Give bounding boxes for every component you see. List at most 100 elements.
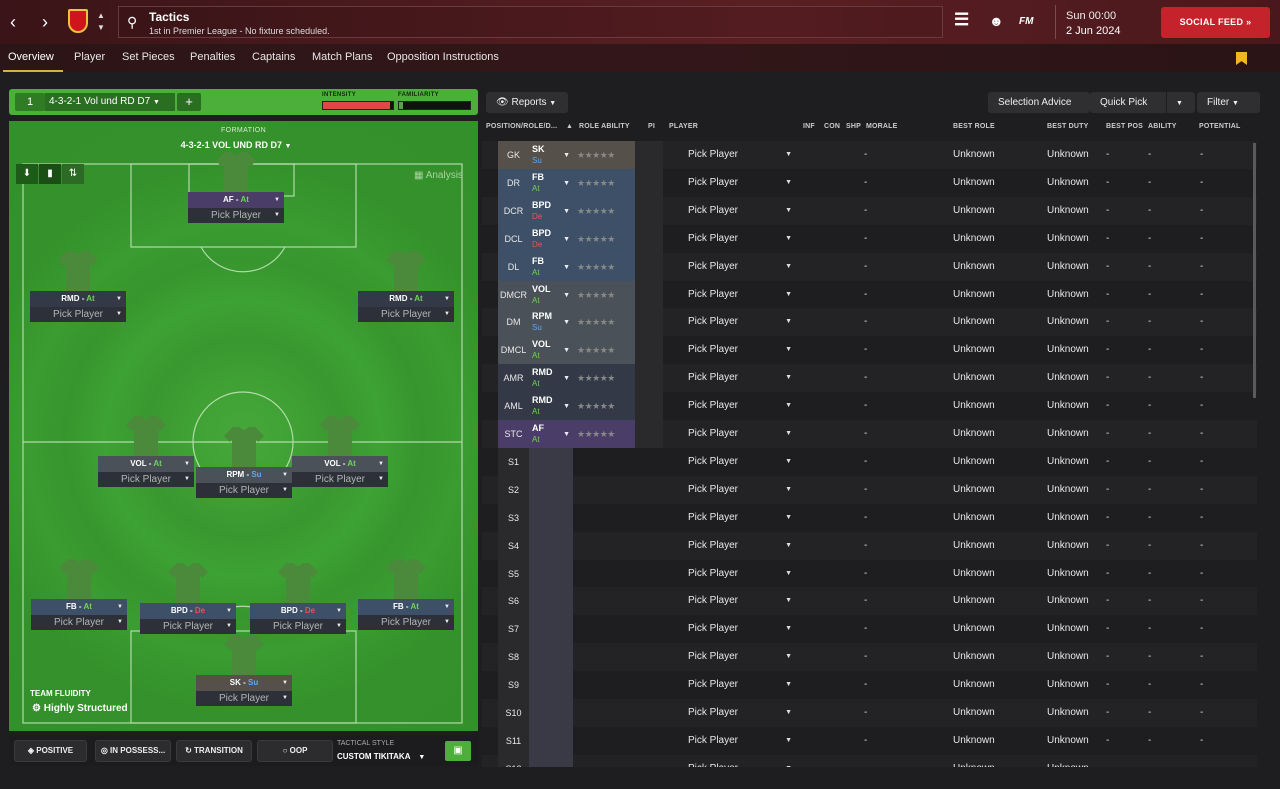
role-selector[interactable]: FB - At ▼ [358,599,454,615]
pi-cell[interactable] [635,168,663,197]
filter-button[interactable]: Filter ▼ [1197,92,1260,113]
apply-style-icon[interactable]: ▣ [445,741,471,761]
fm-logo[interactable]: FM [1019,16,1033,27]
pick-player-dropdown[interactable]: Pick Player ▼ [688,448,792,476]
pick-player-dropdown[interactable]: Pick Player ▼ [688,476,792,504]
pick-player-selector[interactable]: Pick Player ▼ [188,208,284,223]
col-player[interactable]: PLAYER [669,123,698,130]
tab-overview[interactable]: Overview [8,51,54,63]
role-selector[interactable]: BPD - De ▼ [250,603,346,619]
role-cell[interactable]: BPD De ▼ [529,196,573,225]
table-row[interactable]: S3 Pick Player ▼ - Unknown Unknown - - - [482,503,1257,532]
chevron-down-icon[interactable]: ▼ [96,23,106,33]
role-selector[interactable]: VOL - At ▼ [292,456,388,472]
role-selector[interactable]: RMD - At ▼ [358,291,454,307]
pi-cell[interactable] [635,196,663,225]
role-cell[interactable]: VOL At ▼ [529,336,573,365]
pick-player-dropdown[interactable]: Pick Player ▼ [688,141,792,169]
table-row[interactable]: S12 Pick Player ▼ - Unknown Unknown - - - [482,754,1257,767]
table-row[interactable]: S2 Pick Player ▼ - Unknown Unknown - - - [482,475,1257,504]
pick-player-dropdown[interactable]: Pick Player ▼ [688,615,792,643]
analysis-button[interactable]: ▦ Analysis [414,170,463,181]
table-row[interactable]: S1 Pick Player ▼ - Unknown Unknown - - - [482,447,1257,476]
out-of-possession-button[interactable]: ○ OOP [257,740,333,762]
pick-player-dropdown[interactable]: Pick Player ▼ [688,727,792,755]
selection-advice-button[interactable]: Selection Advice [988,92,1090,113]
pick-player-dropdown[interactable]: Pick Player ▼ [688,225,792,253]
col-con[interactable]: CON [824,123,840,130]
role-selector[interactable]: BPD - De ▼ [140,603,236,619]
table-row[interactable]: S6 Pick Player ▼ - Unknown Unknown - - - [482,587,1257,616]
table-row[interactable]: GK SK Su ▼ ★★★★★ Pick Player ▼ - Unknown Unknown -… [482,141,1257,169]
role-selector[interactable]: SK - Su ▼ [196,675,292,691]
col-best-role[interactable]: BEST ROLE [953,123,995,130]
pick-player-dropdown[interactable]: Pick Player ▼ [688,197,792,225]
forward-arrow-icon[interactable]: › [36,12,54,32]
pick-player-selector[interactable]: Pick Player ▼ [358,307,454,322]
table-row[interactable]: DMCL VOL At ▼ ★★★★★ Pick Player ▼ - Unknown Unkno… [482,336,1257,365]
col-best-duty[interactable]: BEST DUTY [1047,123,1088,130]
role-selector[interactable]: RPM - Su ▼ [196,467,292,483]
add-tactic-button[interactable]: + [177,93,201,111]
pick-player-dropdown[interactable]: Pick Player ▼ [688,253,792,281]
pi-cell[interactable] [635,392,663,421]
pick-player-dropdown[interactable]: Pick Player ▼ [688,281,792,309]
chevron-up-icon[interactable]: ▲ [96,11,106,21]
table-row[interactable]: AMR RMD At ▼ ★★★★★ Pick Player ▼ - Unknown Unknow… [482,364,1257,393]
role-cell[interactable]: RMD At ▼ [529,392,573,421]
col-ability[interactable]: ABILITY [1148,123,1177,130]
pick-player-dropdown[interactable]: Pick Player ▼ [688,755,792,767]
formation-selector[interactable]: 4-3-2-1 VOL UND RD D7 ▼ [9,140,463,150]
in-possession-button[interactable]: ◎ IN POSSESS... [95,740,171,762]
pi-cell[interactable] [635,252,663,281]
pick-player-dropdown[interactable]: Pick Player ▼ [688,671,792,699]
quick-pick-dropdown[interactable]: ▼ [1167,92,1195,113]
table-row[interactable]: S7 Pick Player ▼ - Unknown Unknown - - - [482,615,1257,644]
col-inf[interactable]: INF [803,123,815,130]
pick-player-dropdown[interactable]: Pick Player ▼ [688,504,792,532]
tactic-selector[interactable]: 4-3-2-1 Vol und RD D7 ▼ [45,93,175,111]
tab-penalties[interactable]: Penalties [190,51,235,63]
pick-player-dropdown[interactable]: Pick Player ▼ [688,420,792,448]
tab-match-plans[interactable]: Match Plans [312,51,373,63]
back-arrow-icon[interactable]: ‹ [4,12,22,32]
pick-player-dropdown[interactable]: Pick Player ▼ [688,336,792,364]
tab-player[interactable]: Player [74,51,105,63]
pick-player-dropdown[interactable]: Pick Player ▼ [688,392,792,420]
col-role-ability[interactable]: ROLE ABILITY [579,123,630,130]
table-row[interactable]: S11 Pick Player ▼ - Unknown Unknown - - - [482,726,1257,755]
pi-cell[interactable] [635,336,663,365]
pick-player-dropdown[interactable]: Pick Player ▼ [688,560,792,588]
col-potential[interactable]: POTENTIAL [1199,123,1240,130]
pi-cell[interactable] [635,141,663,169]
role-cell[interactable]: RMD At ▼ [529,364,573,393]
col-position[interactable]: POSITION/ROLE/D... [486,123,557,130]
table-row[interactable]: S8 Pick Player ▼ - Unknown Unknown - - - [482,643,1257,672]
role-cell[interactable]: BPD De ▼ [529,224,573,253]
col-shp[interactable]: SHP [846,123,861,130]
role-selector[interactable]: FB - At ▼ [31,599,127,615]
table-row[interactable]: AML RMD At ▼ ★★★★★ Pick Player ▼ - Unknown Unknow… [482,392,1257,421]
role-cell[interactable]: FB At ▼ [529,168,573,197]
tactical-style-selector[interactable]: CUSTOM TIKITAKA ▼ [337,752,425,761]
table-row[interactable]: S5 Pick Player ▼ - Unknown Unknown - - - [482,559,1257,588]
menu-icon[interactable]: ☰ [954,10,969,30]
table-row[interactable]: S10 Pick Player ▼ - Unknown Unknown - - - [482,699,1257,727]
pick-player-selector[interactable]: Pick Player ▼ [140,619,236,634]
quick-pick-button[interactable]: Quick Pick [1090,92,1166,113]
pick-player-selector[interactable]: Pick Player ▼ [358,615,454,630]
table-row[interactable]: S4 Pick Player ▼ - Unknown Unknown - - - [482,531,1257,560]
role-cell[interactable]: VOL At ▼ [529,280,573,309]
pick-player-selector[interactable]: Pick Player ▼ [250,619,346,634]
col-best-pos[interactable]: BEST POS [1106,123,1143,130]
tab-captains[interactable]: Captains [252,51,295,63]
tab-set-pieces[interactable]: Set Pieces [122,51,175,63]
role-cell[interactable]: FB At ▼ [529,252,573,281]
social-feed-button[interactable]: SOCIAL FEED » [1161,7,1270,38]
pick-player-dropdown[interactable]: Pick Player ▼ [688,699,792,727]
search-bar[interactable]: ⚲ Tactics 1st in Premier League - No fix… [118,6,943,38]
scrollbar[interactable] [1253,143,1256,398]
pi-cell[interactable] [635,308,663,337]
col-morale[interactable]: MORALE [866,123,898,130]
table-row[interactable]: S9 Pick Player ▼ - Unknown Unknown - - - [482,671,1257,700]
